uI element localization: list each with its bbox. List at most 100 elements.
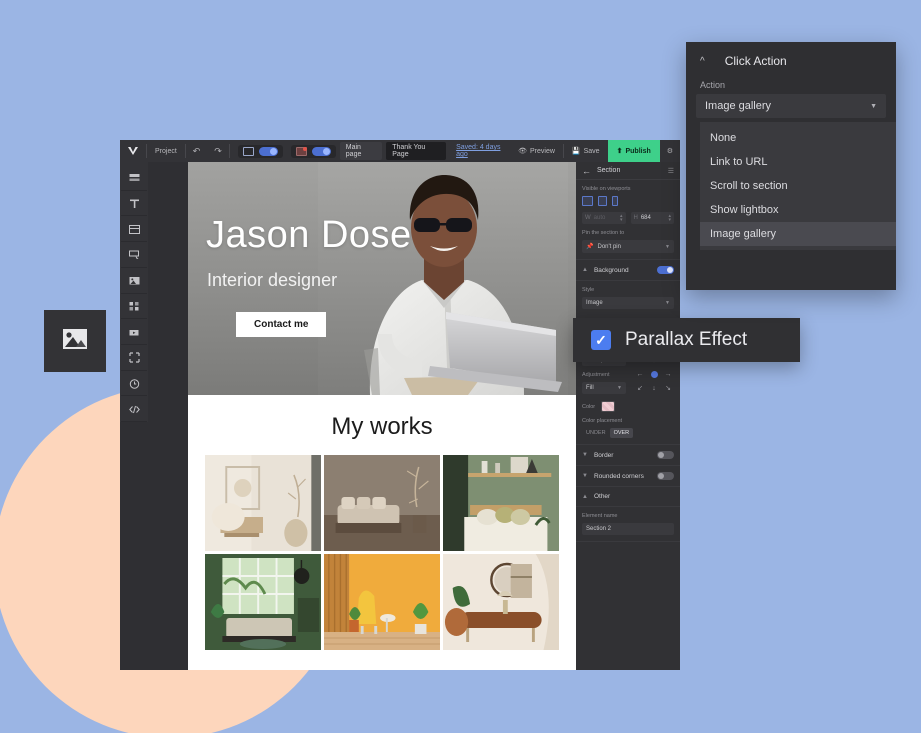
tablet-icon[interactable] — [598, 196, 607, 206]
gallery-item[interactable] — [324, 455, 440, 551]
color-label: Color — [582, 404, 595, 410]
action-select[interactable]: Image gallery ▼ — [696, 94, 886, 118]
position-bottom-left-icon[interactable]: ↙ — [634, 382, 646, 394]
image-icon[interactable] — [121, 269, 147, 294]
panel-title: Section — [597, 167, 620, 174]
code-icon[interactable] — [121, 397, 147, 422]
hero-subtitle[interactable]: Interior designer — [207, 270, 337, 291]
parallax-checkbox[interactable]: ✓ — [591, 330, 611, 350]
hero-title[interactable]: Jason Dose — [206, 214, 412, 257]
redo-icon[interactable]: ↷ — [207, 146, 229, 157]
viewport-buttons — [582, 196, 674, 206]
gallery-item[interactable] — [205, 455, 321, 551]
rounded-toggle[interactable] — [657, 472, 674, 480]
gallery-item[interactable] — [324, 554, 440, 650]
height-value: 684 — [641, 215, 651, 221]
other-accordion[interactable]: ▲ Other — [576, 487, 680, 507]
background-accordion[interactable]: ▲ Background — [576, 260, 680, 281]
gallery-item[interactable] — [443, 455, 559, 551]
border-toggle[interactable] — [657, 451, 674, 459]
position-bottom-icon[interactable]: ↓ — [648, 382, 660, 394]
color-mode-icon — [296, 147, 307, 156]
border-label: Border — [594, 452, 614, 459]
action-option-scroll-to-section[interactable]: Scroll to section — [700, 174, 896, 198]
chevron-down-icon: ▼ — [665, 244, 670, 250]
project-menu[interactable]: Project — [147, 148, 185, 155]
action-option-show-lightbox[interactable]: Show lightbox — [700, 198, 896, 222]
pin-select[interactable]: 📌 Don't pin ▼ — [582, 240, 674, 253]
video-icon[interactable] — [121, 320, 147, 345]
position-right-icon[interactable]: → — [662, 368, 674, 380]
chevron-down-icon: ▼ — [582, 452, 588, 458]
saved-status[interactable]: Saved: 4 days ago — [456, 144, 510, 158]
size-fields: W auto ▴▾ H 684 ▴▾ — [582, 212, 674, 224]
page-tab-main[interactable]: Main page — [340, 142, 382, 160]
chevron-down-icon: ▼ — [870, 103, 877, 110]
desktop-switch[interactable] — [259, 147, 278, 156]
publish-icon: ⬆ — [617, 147, 623, 155]
page-tab-thankyou[interactable]: Thank You Page — [386, 142, 446, 160]
action-option-none[interactable]: None — [700, 126, 896, 150]
action-option-image-gallery[interactable]: Image gallery — [700, 222, 896, 246]
parallax-effect-callout[interactable]: ✓ Parallax Effect — [573, 318, 800, 362]
width-field[interactable]: W auto ▴▾ — [582, 212, 626, 224]
save-button[interactable]: 💾 Save — [564, 147, 608, 155]
preview-button[interactable]: 👁 Preview — [510, 147, 563, 155]
layout-icon[interactable] — [121, 217, 147, 242]
height-field[interactable]: H 684 ▴▾ — [631, 212, 675, 224]
brand-logo-icon[interactable] — [120, 145, 146, 157]
color-mode-switch[interactable] — [312, 147, 331, 156]
website-builder-window: Project ↶ ↷ Main page Thank You Page Sav… — [120, 140, 680, 670]
position-left-icon[interactable]: ← — [634, 368, 646, 380]
back-arrow-icon[interactable]: ← — [582, 166, 591, 176]
gallery-item[interactable] — [205, 554, 321, 650]
timer-icon[interactable] — [121, 372, 147, 397]
adjustment-label: Adjustment — [582, 372, 626, 378]
website-canvas[interactable]: Jason Dose Interior designer Contact me … — [188, 162, 576, 670]
element-name-input[interactable]: Section 2 — [582, 523, 674, 535]
chevron-up-icon[interactable]: ^ — [700, 56, 705, 67]
toolbar-right-actions: 👁 Preview 💾 Save ⬆ Publish ⚙ — [510, 140, 680, 162]
placement-under-option[interactable]: UNDER — [582, 428, 610, 438]
color-mode-toggle[interactable] — [291, 145, 336, 158]
undo-icon[interactable]: ↶ — [186, 146, 208, 157]
works-heading[interactable]: My works — [188, 405, 576, 455]
desktop-icon[interactable] — [582, 196, 593, 206]
action-option-link-to-url[interactable]: Link to URL — [700, 150, 896, 174]
border-accordion[interactable]: ▼ Border — [576, 445, 680, 466]
position-bottom-right-icon[interactable]: ↘ — [662, 382, 674, 394]
position-center-icon[interactable] — [648, 368, 660, 380]
help-icon[interactable]: ⚙ — [660, 147, 680, 155]
adjustment-select[interactable]: Fill ▼ — [582, 382, 626, 394]
click-action-header[interactable]: ^ Click Action — [686, 42, 896, 76]
color-placement-toggle[interactable]: UNDER OVER — [582, 428, 674, 438]
widgets-icon[interactable] — [121, 295, 147, 320]
shape-icon[interactable] — [121, 346, 147, 371]
grip-icon[interactable]: ☰ — [668, 167, 674, 175]
background-toggle[interactable] — [657, 266, 674, 274]
contact-me-button[interactable]: Contact me — [236, 312, 326, 337]
pin-value: Don't pin — [597, 244, 621, 250]
publish-button[interactable]: ⬆ Publish — [608, 140, 660, 162]
chevron-up-icon: ▲ — [582, 494, 588, 500]
desktop-view-toggle[interactable] — [238, 145, 283, 158]
hero-section[interactable]: Jason Dose Interior designer Contact me — [188, 162, 576, 395]
placement-over-option[interactable]: OVER — [610, 428, 634, 438]
blocks-icon[interactable] — [121, 166, 147, 191]
text-icon[interactable] — [121, 192, 147, 217]
element-name-label: Element name — [582, 513, 674, 519]
button-icon[interactable] — [121, 243, 147, 268]
preview-label: Preview — [530, 148, 555, 155]
color-swatch[interactable] — [601, 401, 615, 412]
parallax-label: Parallax Effect — [625, 329, 747, 351]
style-select[interactable]: Image ▼ — [582, 297, 674, 309]
pin-icon: 📌 — [586, 243, 593, 250]
mobile-icon[interactable] — [612, 196, 618, 206]
gallery-item[interactable] — [443, 554, 559, 650]
save-label: Save — [584, 148, 600, 155]
rounded-corners-accordion[interactable]: ▼ Rounded corners — [576, 466, 680, 487]
width-stepper[interactable]: ▴▾ — [620, 214, 623, 222]
height-key: H — [634, 215, 638, 221]
hero-photo — [318, 162, 568, 395]
height-stepper[interactable]: ▴▾ — [668, 214, 671, 222]
